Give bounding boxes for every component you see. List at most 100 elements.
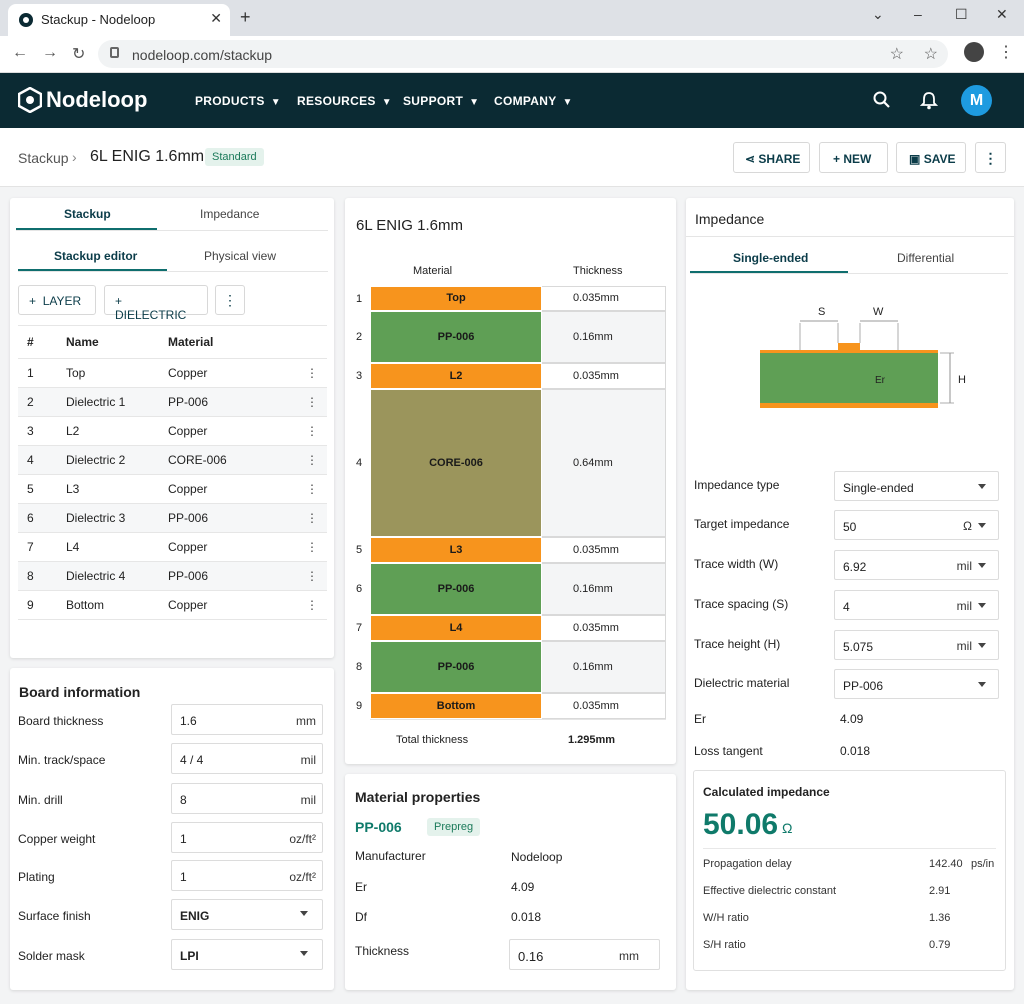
stack-layer-material[interactable]: PP-006 xyxy=(370,563,542,615)
stack-layer-thickness: 0.035mm xyxy=(542,537,666,563)
add-dielectric-button[interactable]: + DIELECTRIC xyxy=(104,285,208,322)
material-thickness-input[interactable]: 0.16 mm xyxy=(509,939,660,970)
close-tab-icon[interactable]: ✕ xyxy=(210,10,222,27)
impedance-field-label: Trace width (W) xyxy=(694,557,779,571)
impedance-field-input[interactable]: 6.92 mil xyxy=(834,550,999,580)
table-row[interactable]: 2 Dielectric 1 PP-006 ⋮ xyxy=(18,387,327,417)
chevron-down-icon: ▼ xyxy=(270,97,281,108)
save-button[interactable]: ▣ SAVE xyxy=(896,142,966,173)
browser-menu-icon[interactable]: ⋮ xyxy=(998,42,1014,62)
stack-layer-material[interactable]: CORE-006 xyxy=(370,389,542,537)
board-field-label: Plating xyxy=(18,870,55,884)
input-unit: mm xyxy=(296,714,316,728)
dropdown-arrow-icon xyxy=(978,563,986,568)
layer-table: # Name Material 1 Top Copper ⋮ 2 Dielectric 1… xyxy=(18,325,327,620)
row-menu-icon[interactable]: ⋮ xyxy=(297,590,327,620)
impedance-field-input[interactable]: Single-ended xyxy=(834,471,999,501)
column-header: Material xyxy=(168,325,297,359)
input-value: 4 xyxy=(843,600,850,614)
row-menu-icon[interactable]: ⋮ xyxy=(297,416,327,446)
input-unit: oz/ft² xyxy=(289,870,316,884)
table-row[interactable]: 5 L3 Copper ⋮ xyxy=(18,474,327,504)
board-field-select[interactable]: LPI xyxy=(171,939,323,970)
row-menu-icon[interactable]: ⋮ xyxy=(297,445,327,475)
tab-impedance[interactable]: Impedance xyxy=(200,207,259,221)
row-menu-icon[interactable]: ⋮ xyxy=(297,503,327,533)
board-field-label: Copper weight xyxy=(18,832,96,846)
row-menu-icon[interactable]: ⋮ xyxy=(297,387,327,417)
stack-layer-material[interactable]: Bottom xyxy=(370,693,542,719)
minimize-icon[interactable]: – xyxy=(914,6,922,22)
chevron-down-icon[interactable]: ⌄ xyxy=(872,6,884,23)
table-row[interactable]: 8 Dielectric 4 PP-006 ⋮ xyxy=(18,561,327,591)
reload-icon[interactable]: ↻ xyxy=(72,44,85,64)
layer-number: 1 xyxy=(18,358,66,388)
table-row[interactable]: 1 Top Copper ⋮ xyxy=(18,358,327,388)
board-field-input[interactable]: 1 oz/ft² xyxy=(171,822,323,853)
new-tab-icon[interactable]: + xyxy=(240,7,251,28)
table-row[interactable]: 6 Dielectric 3 PP-006 ⋮ xyxy=(18,503,327,533)
bookmark-star-icon[interactable]: ☆ xyxy=(924,44,938,64)
menu-support[interactable]: SUPPORT ▼ xyxy=(403,94,479,108)
stack-layer-material[interactable]: Top xyxy=(370,286,542,311)
table-row[interactable]: 7 L4 Copper ⋮ xyxy=(18,532,327,562)
stack-title: 6L ENIG 1.6mm xyxy=(356,217,463,234)
profile-icon[interactable] xyxy=(964,42,984,62)
search-icon[interactable] xyxy=(873,91,891,109)
menu-resources[interactable]: RESOURCES ▼ xyxy=(297,94,392,108)
back-icon[interactable]: ← xyxy=(12,44,28,62)
dropdown-arrow-icon xyxy=(978,682,986,687)
menu-company[interactable]: COMPANY ▼ xyxy=(494,94,573,108)
share-button[interactable]: ⋖ SHARE xyxy=(733,142,810,173)
stack-layer-material[interactable]: L3 xyxy=(370,537,542,563)
input-unit: mil xyxy=(956,639,972,653)
stack-layer-material[interactable]: L2 xyxy=(370,363,542,389)
impedance-field-input[interactable]: PP-006 xyxy=(834,669,999,699)
more-options-button[interactable]: ⋮ xyxy=(975,142,1006,173)
er-label: Er xyxy=(875,375,886,386)
impedance-field-input[interactable]: 50 Ω xyxy=(834,510,999,540)
table-row[interactable]: 9 Bottom Copper ⋮ xyxy=(18,590,327,620)
input-value: Single-ended xyxy=(843,481,914,495)
stack-layer-material[interactable]: PP-006 xyxy=(370,641,542,693)
tab-single-ended[interactable]: Single-ended xyxy=(733,251,808,265)
calc-unit: Ω xyxy=(782,820,793,836)
close-window-icon[interactable]: ✕ xyxy=(996,6,1008,23)
stack-layer-thickness: 0.035mm xyxy=(542,286,666,311)
share-page-icon[interactable]: ☆ xyxy=(890,44,904,64)
row-menu-icon[interactable]: ⋮ xyxy=(297,532,327,562)
impedance-field-input[interactable]: 4 mil xyxy=(834,590,999,620)
layer-index: 3 xyxy=(356,370,363,382)
forward-icon[interactable]: → xyxy=(42,44,58,62)
tab-stackup[interactable]: Stackup xyxy=(64,207,111,221)
total-thickness-label: Total thickness xyxy=(396,734,469,746)
new-button[interactable]: + NEW xyxy=(819,142,888,173)
stack-layer-thickness: 0.035mm xyxy=(542,693,666,719)
stack-layer-material[interactable]: L4 xyxy=(370,615,542,641)
table-row[interactable]: 3 L2 Copper ⋮ xyxy=(18,416,327,446)
layer-material: Copper xyxy=(168,474,297,504)
tab-stackup-editor[interactable]: Stackup editor xyxy=(54,249,137,263)
row-menu-icon[interactable]: ⋮ xyxy=(297,561,327,591)
url-field[interactable]: nodeloop.com/stackup ☆ ☆ xyxy=(98,40,948,68)
board-field-input[interactable]: 1.6 mm xyxy=(171,704,323,735)
more-layer-options-button[interactable]: ⋮ xyxy=(215,285,245,315)
board-field-select[interactable]: ENIG xyxy=(171,899,323,930)
bell-icon[interactable] xyxy=(920,91,938,110)
row-menu-icon[interactable]: ⋮ xyxy=(297,358,327,388)
tab-physical-view[interactable]: Physical view xyxy=(204,249,276,263)
menu-products[interactable]: PRODUCTS ▼ xyxy=(195,94,281,108)
impedance-field-input[interactable]: 5.075 mil xyxy=(834,630,999,660)
row-menu-icon[interactable]: ⋮ xyxy=(297,474,327,504)
add-layer-button[interactable]: + LAYER xyxy=(18,285,96,315)
board-field-input[interactable]: 1 oz/ft² xyxy=(171,860,323,891)
breadcrumb[interactable]: Stackup xyxy=(18,150,69,166)
table-row[interactable]: 4 Dielectric 2 CORE-006 ⋮ xyxy=(18,445,327,475)
stack-layer-material[interactable]: PP-006 xyxy=(370,311,542,363)
avatar[interactable]: M xyxy=(961,85,992,116)
board-field-input[interactable]: 4 / 4 mil xyxy=(171,743,323,774)
board-field-input[interactable]: 8 mil xyxy=(171,783,323,814)
tab-differential[interactable]: Differential xyxy=(897,251,954,265)
maximize-icon[interactable]: ☐ xyxy=(955,6,968,23)
browser-tab[interactable]: Stackup - Nodeloop ✕ xyxy=(8,4,230,36)
